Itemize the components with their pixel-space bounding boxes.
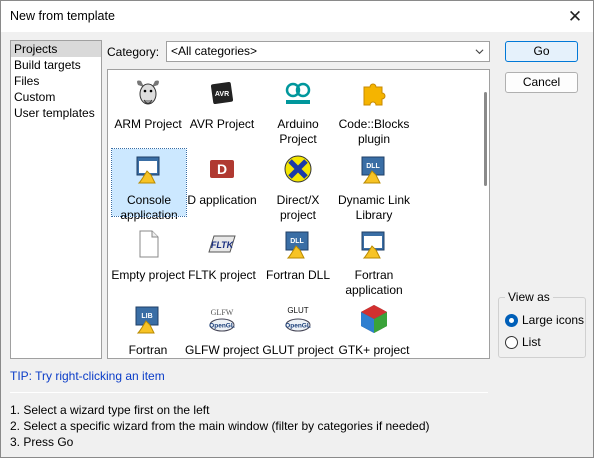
fortran-lib-icon: LIB (135, 306, 159, 334)
template-d-application[interactable]: D D application (185, 149, 259, 208)
svg-text:AVR: AVR (215, 91, 229, 98)
fortran-dll-icon: DLL (285, 231, 309, 259)
new-from-template-dialog: New from template ✕ Projects Build targe… (0, 0, 594, 458)
title-bar: New from template ✕ (1, 1, 593, 32)
glfw-icon: GLFW OpenGL (209, 308, 235, 332)
svg-text:LIB: LIB (141, 313, 152, 320)
svg-text:FLTK: FLTK (211, 240, 235, 250)
fortran-app-icon (361, 231, 385, 259)
template-fltk-project[interactable]: FLTK FLTK project (185, 224, 259, 283)
template-dynamic-link-library[interactable]: DLL Dynamic Link Library (337, 149, 411, 223)
vertical-scrollbar[interactable] (484, 92, 487, 186)
category-value: <All categories> (171, 44, 258, 58)
puzzle-icon (363, 83, 386, 106)
template-codeblocks-plugin[interactable]: Code::Blocks plugin (337, 73, 411, 147)
template-label: Fortran library (128, 343, 168, 357)
gnu-icon (137, 80, 159, 105)
directx-icon (284, 155, 312, 183)
template-label: FLTK project (188, 268, 256, 282)
svg-text:DLL: DLL (366, 163, 380, 170)
tip-text: TIP: Try right-clicking an item (10, 369, 165, 383)
template-glfw-project[interactable]: GLFW OpenGL GLFW project (185, 299, 259, 358)
category-label: Category: (107, 45, 160, 59)
template-console-application[interactable]: Console application (111, 148, 187, 222)
large-icons-label: Large icons (522, 313, 585, 327)
sidebar-item-label: Custom (14, 90, 56, 104)
avr-icon: AVR (210, 81, 234, 105)
template-label: D application (187, 193, 257, 207)
sidebar-item-label: Files (14, 74, 40, 88)
close-button[interactable]: ✕ (557, 1, 593, 32)
template-gtk-project[interactable]: GTK+ project (337, 299, 411, 358)
template-label: Dynamic Link Library (337, 193, 411, 222)
template-label: GTK+ project (338, 343, 410, 357)
sidebar-item-label: User templates (14, 106, 95, 120)
sidebar-item-build-targets[interactable]: Build targets (11, 57, 101, 73)
sidebar-item-label: Projects (14, 42, 58, 56)
template-label: Fortran application (345, 268, 403, 297)
chevron-down-icon (475, 49, 484, 55)
template-glut-project[interactable]: GLUT OpenGL GLUT project (261, 299, 335, 358)
svg-text:GLUT: GLUT (287, 306, 308, 315)
svg-text:OpenGL: OpenGL (285, 323, 311, 330)
template-label: Code::Blocks plugin (338, 117, 410, 146)
template-label: GLFW project (185, 343, 260, 357)
radio-unselected-icon (505, 335, 518, 349)
large-icons-radio[interactable]: Large icons (505, 312, 584, 328)
glut-icon: GLUT OpenGL (285, 306, 311, 332)
cancel-button[interactable]: Cancel (505, 72, 578, 93)
template-label: Fortran DLL (265, 268, 331, 282)
dialog-title: New from template (10, 9, 115, 23)
category-dropdown[interactable]: <All categories> (166, 41, 490, 62)
svg-text:D: D (217, 161, 227, 177)
close-icon: ✕ (567, 6, 583, 26)
radio-selected-icon (505, 313, 518, 327)
list-radio[interactable]: List (505, 334, 541, 350)
wizard-type-list[interactable]: Projects Build targets Files Custom User… (10, 40, 102, 359)
svg-text:OpenGL: OpenGL (209, 323, 235, 330)
template-directx-project[interactable]: Direct/X project (261, 149, 335, 223)
template-arduino-project[interactable]: Arduino Project (261, 73, 335, 147)
template-fortran-application[interactable]: Fortran application (337, 224, 411, 298)
go-button[interactable]: Go (505, 41, 578, 62)
template-avr-project[interactable]: AVR AVR Project (185, 73, 259, 132)
instruction-line-3: 3. Press Go (10, 435, 74, 449)
sidebar-item-projects[interactable]: Projects (11, 41, 101, 57)
template-label: Console application (120, 193, 178, 222)
sidebar-item-files[interactable]: Files (11, 73, 101, 89)
template-empty-project[interactable]: Empty project (111, 224, 185, 283)
instruction-line-1: 1. Select a wizard type first on the lef… (10, 403, 210, 417)
template-arm-project[interactable]: ARM Project (111, 73, 185, 132)
dll-icon: DLL (361, 156, 385, 184)
template-label: GLUT project (262, 343, 334, 357)
list-label: List (522, 335, 541, 349)
svg-text:GLFW: GLFW (211, 308, 234, 317)
gtk-icon (361, 305, 387, 333)
view-as-legend: View as (505, 290, 553, 304)
view-as-group: View as Large icons List (498, 290, 586, 358)
template-label: Arduino Project (277, 117, 319, 146)
divider (10, 392, 488, 393)
instruction-line-2: 2. Select a specific wizard from the mai… (10, 419, 430, 433)
template-fortran-dll[interactable]: DLL Fortran DLL (261, 224, 335, 283)
template-grid[interactable]: ARM Project AVR AVR Project Arduino Proj… (107, 69, 490, 359)
sidebar-item-label: Build targets (14, 58, 81, 72)
fltk-icon: FLTK (208, 235, 236, 253)
d-lang-icon: D (210, 160, 234, 178)
empty-file-icon (139, 230, 159, 258)
sidebar-item-user-templates[interactable]: User templates (11, 105, 101, 121)
template-fortran-library[interactable]: LIB Fortran library (111, 299, 185, 358)
arduino-icon (285, 82, 311, 104)
template-label: AVR Project (189, 117, 255, 131)
console-app-icon (136, 156, 160, 184)
template-label: Direct/X project (276, 193, 320, 222)
template-label: Empty project (111, 268, 185, 282)
template-label: ARM Project (114, 117, 182, 131)
svg-text:DLL: DLL (290, 238, 304, 245)
sidebar-item-custom[interactable]: Custom (11, 89, 101, 105)
